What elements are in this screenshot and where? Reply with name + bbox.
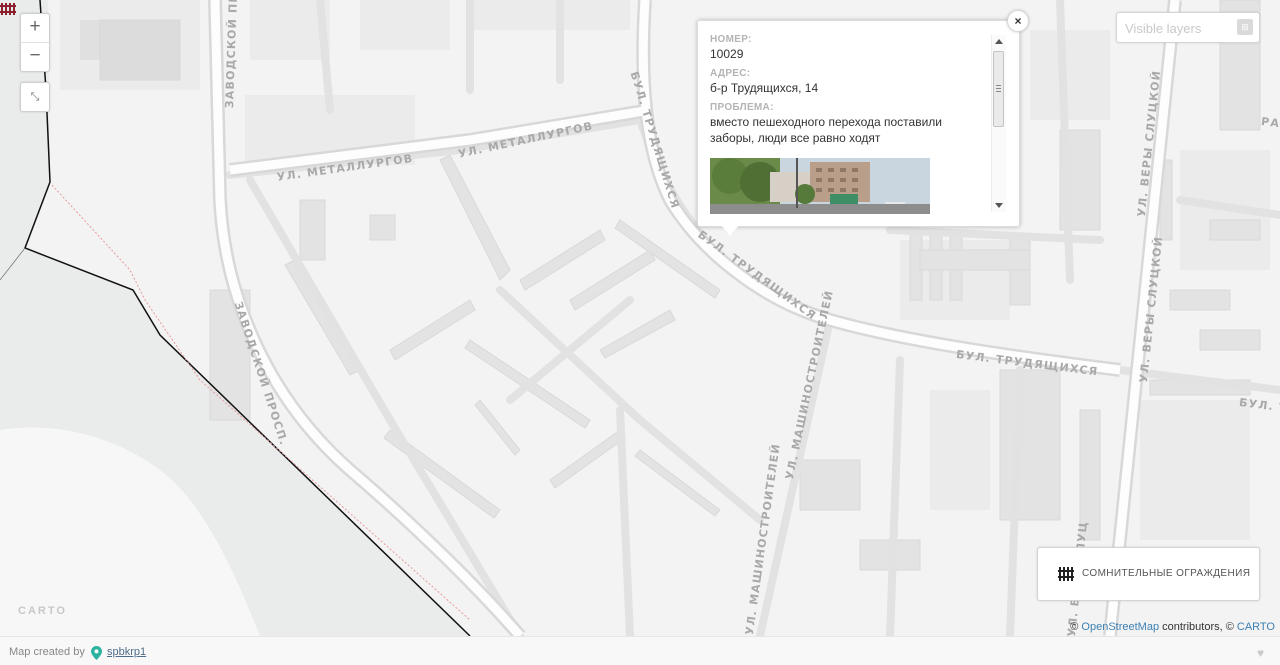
popup-close-button[interactable]: × bbox=[1007, 10, 1029, 32]
zoom-control: + − bbox=[20, 13, 50, 72]
like-heart-icon[interactable]: ♥ bbox=[1257, 646, 1264, 660]
zoom-in-button[interactable]: + bbox=[21, 14, 49, 42]
map-legend: СОМНИТЕЛЬНЫЕ ОГРАЖДЕНИЯ bbox=[1037, 547, 1260, 601]
layers-toggle-icon[interactable]: ⊞ bbox=[1237, 19, 1253, 35]
fullscreen-icon: ⤡ bbox=[30, 91, 40, 103]
popup-content: НОМЕР: 10029 АДРЕС: б-р Трудящихся, 14 П… bbox=[710, 34, 982, 156]
street-label: РА bbox=[1260, 115, 1280, 131]
field-label-address: АДРЕС: bbox=[710, 68, 751, 79]
field-value-number: 10029 bbox=[710, 47, 744, 61]
map-canvas[interactable]: УЛ. МЕТАЛЛУРГОВ УЛ. МЕТАЛЛУРГОВ БУЛ. ТРУ… bbox=[0, 0, 1280, 636]
scroll-up-icon[interactable] bbox=[995, 39, 1003, 44]
visible-layers-label: Visible layers bbox=[1125, 21, 1202, 36]
field-label-problem: ПРОБЛЕМА: bbox=[710, 102, 774, 113]
location-pin-icon bbox=[91, 646, 102, 660]
osm-link[interactable]: OpenStreetMap bbox=[1081, 621, 1159, 633]
field-label-number: НОМЕР: bbox=[710, 34, 752, 45]
visible-layers-selector[interactable]: Visible layers ⊞ bbox=[1116, 12, 1260, 43]
attribution: © OpenStreetMap contributors, © CARTO bbox=[1070, 621, 1275, 633]
scroll-thumb[interactable] bbox=[993, 51, 1004, 127]
fence-marker-icon[interactable] bbox=[0, 0, 16, 16]
zoom-out-button[interactable]: − bbox=[21, 42, 49, 71]
field-value-address: б-р Трудящихся, 14 bbox=[710, 81, 819, 95]
field-value-problem: вместо пешеходного перехода поставили за… bbox=[710, 115, 942, 145]
legend-label: СОМНИТЕЛЬНЫЕ ОГРАЖДЕНИЯ bbox=[1082, 568, 1251, 579]
info-popup: × НОМЕР: 10029 АДРЕС: б-р Трудящихся, 14… bbox=[697, 10, 1029, 236]
scroll-down-icon[interactable] bbox=[995, 203, 1003, 208]
fence-legend-icon bbox=[1058, 567, 1074, 581]
popup-tip bbox=[721, 225, 739, 236]
created-by-label: Map created by bbox=[9, 646, 85, 658]
popup-scrollbar[interactable] bbox=[991, 35, 1006, 212]
carto-link[interactable]: CARTO bbox=[1237, 621, 1275, 633]
footer-bar: Map created by spbkrp1 ♥ bbox=[0, 636, 1280, 665]
author-link[interactable]: spbkrp1 bbox=[107, 646, 146, 658]
problem-photo[interactable] bbox=[710, 158, 930, 214]
carto-logo: CARTO bbox=[18, 605, 67, 617]
fullscreen-button[interactable]: ⤡ bbox=[20, 82, 50, 112]
